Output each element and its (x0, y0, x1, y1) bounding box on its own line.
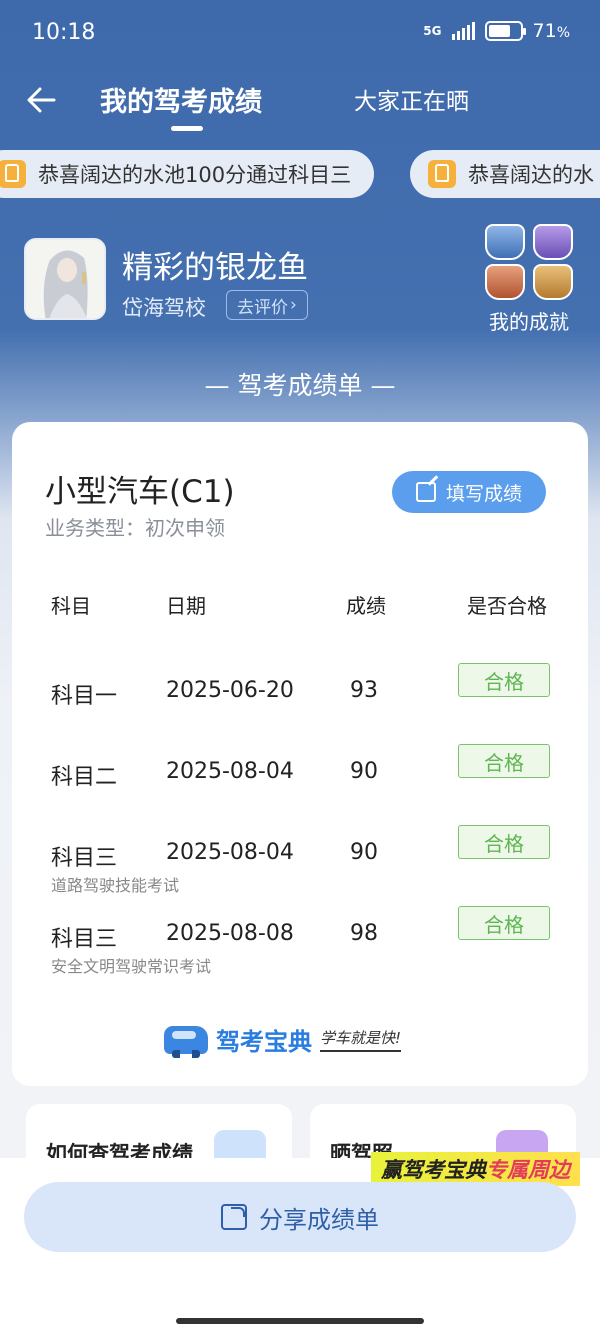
edit-icon (415, 482, 436, 502)
table-row: 科目二 2025-08-04 90 合格 (12, 744, 588, 819)
pass-badge: 合格 (458, 906, 550, 940)
row-subject: 科目三 (51, 846, 118, 871)
header-pass: 是否合格 (467, 594, 547, 618)
driving-school: 岱海驾校 (122, 296, 206, 320)
username: 精彩的银龙鱼 (122, 250, 308, 286)
business-type: 业务类型：初次申领 (45, 516, 225, 540)
badge-icon (485, 264, 525, 300)
profile-section: 精彩的银龙鱼 岱海驾校 去评价 › 我的成就 (24, 224, 584, 338)
battery-percent: 71 (532, 20, 557, 42)
badge-icon (485, 224, 525, 260)
row-score: 93 (350, 678, 378, 703)
tab-everyone-sharing[interactable]: 大家正在晒 (354, 82, 469, 116)
promo-banner[interactable]: 赢驾考宝典专属周边 (371, 1152, 580, 1186)
car-logo-icon (164, 1025, 208, 1058)
row-score: 98 (350, 921, 378, 946)
share-report-label: 分享成绩单 (259, 1205, 379, 1234)
ticker-text: 恭喜阔达的水池100分通过科目三 (38, 163, 352, 187)
back-arrow-icon[interactable] (24, 80, 64, 120)
row-date: 2025-06-20 (166, 678, 294, 703)
pass-badge: 合格 (458, 663, 550, 697)
table-row: 科目三 2025-08-04 90 道路驾驶技能考试 合格 (12, 825, 588, 900)
home-indicator[interactable] (176, 1318, 424, 1324)
avatar[interactable] (24, 238, 106, 320)
row-score: 90 (350, 759, 378, 784)
tab-my-scores[interactable]: 我的驾考成绩 (100, 80, 262, 119)
header-subject: 科目 (51, 594, 91, 618)
active-tab-indicator (171, 126, 203, 131)
row-date: 2025-08-04 (166, 759, 294, 784)
top-nav: 我的驾考成绩 大家正在晒 (0, 70, 600, 134)
vehicle-type: 小型汽车(C1) (45, 474, 235, 510)
ticker-text: 恭喜阔达的水 (468, 163, 594, 187)
header-score: 成绩 (346, 594, 386, 618)
row-subject: 科目三 (51, 927, 118, 952)
fill-score-button[interactable]: 填写成绩 (392, 471, 546, 513)
brand-slogan: 学车就是快! (320, 1027, 402, 1052)
brand-logo: 驾考宝典 学车就是快! (164, 1022, 402, 1058)
signal-icon (451, 22, 475, 40)
pass-badge: 合格 (458, 825, 550, 859)
row-note: 安全文明驾驶常识考试 (51, 957, 212, 976)
review-button-label: 去评价 (237, 297, 288, 318)
battery-icon (484, 21, 526, 41)
score-card: 小型汽车(C1) 业务类型：初次申领 填写成绩 科目 日期 成绩 是否合格 科目… (12, 422, 588, 1086)
share-bar: 赢驾考宝典专属周边 分享成绩单 (0, 1152, 600, 1335)
promo-accent-text: 专属周边 (486, 1158, 570, 1182)
report-title: — 驾考成绩单 — (204, 371, 396, 400)
brand-name: 驾考宝典 (216, 1028, 312, 1056)
header-date: 日期 (166, 594, 206, 618)
achievements-label: 我的成就 (489, 310, 569, 334)
status-bar: 10:18 5G 71% (0, 0, 600, 68)
pass-badge: 合格 (458, 744, 550, 778)
network-label: 5G (423, 24, 442, 38)
fill-score-label: 填写成绩 (445, 482, 522, 505)
row-date: 2025-08-04 (166, 840, 294, 865)
row-date: 2025-08-08 (166, 921, 294, 946)
thumbs-up-icon (428, 160, 456, 188)
thumbs-up-icon (0, 160, 26, 188)
achievements-button[interactable]: 我的成就 (484, 224, 574, 335)
badge-icon (533, 224, 573, 260)
row-score: 90 (350, 840, 378, 865)
status-time: 10:18 (32, 20, 96, 45)
row-subject: 科目一 (51, 684, 118, 709)
promo-text: 赢驾考宝典 (381, 1158, 486, 1182)
share-icon (221, 1204, 247, 1230)
review-button[interactable]: 去评价 › (226, 290, 308, 320)
congrats-ticker: 恭喜阔达的水池100分通过科目三 恭喜阔达的水 (0, 150, 600, 200)
table-row: 科目一 2025-06-20 93 合格 (12, 663, 588, 738)
badge-icon (533, 264, 573, 300)
share-report-button[interactable]: 分享成绩单 (24, 1182, 576, 1252)
row-subject: 科目二 (51, 765, 118, 790)
how-to-check-card[interactable]: 如何查驾考成绩 (26, 1104, 292, 1164)
row-note: 道路驾驶技能考试 (51, 876, 180, 895)
ticker-item[interactable]: 恭喜阔达的水 (410, 150, 600, 198)
status-indicators: 5G 71% (423, 20, 570, 42)
ticker-item[interactable]: 恭喜阔达的水池100分通过科目三 (0, 150, 374, 198)
table-row: 科目三 2025-08-08 98 安全文明驾驶常识考试 合格 (12, 906, 588, 981)
